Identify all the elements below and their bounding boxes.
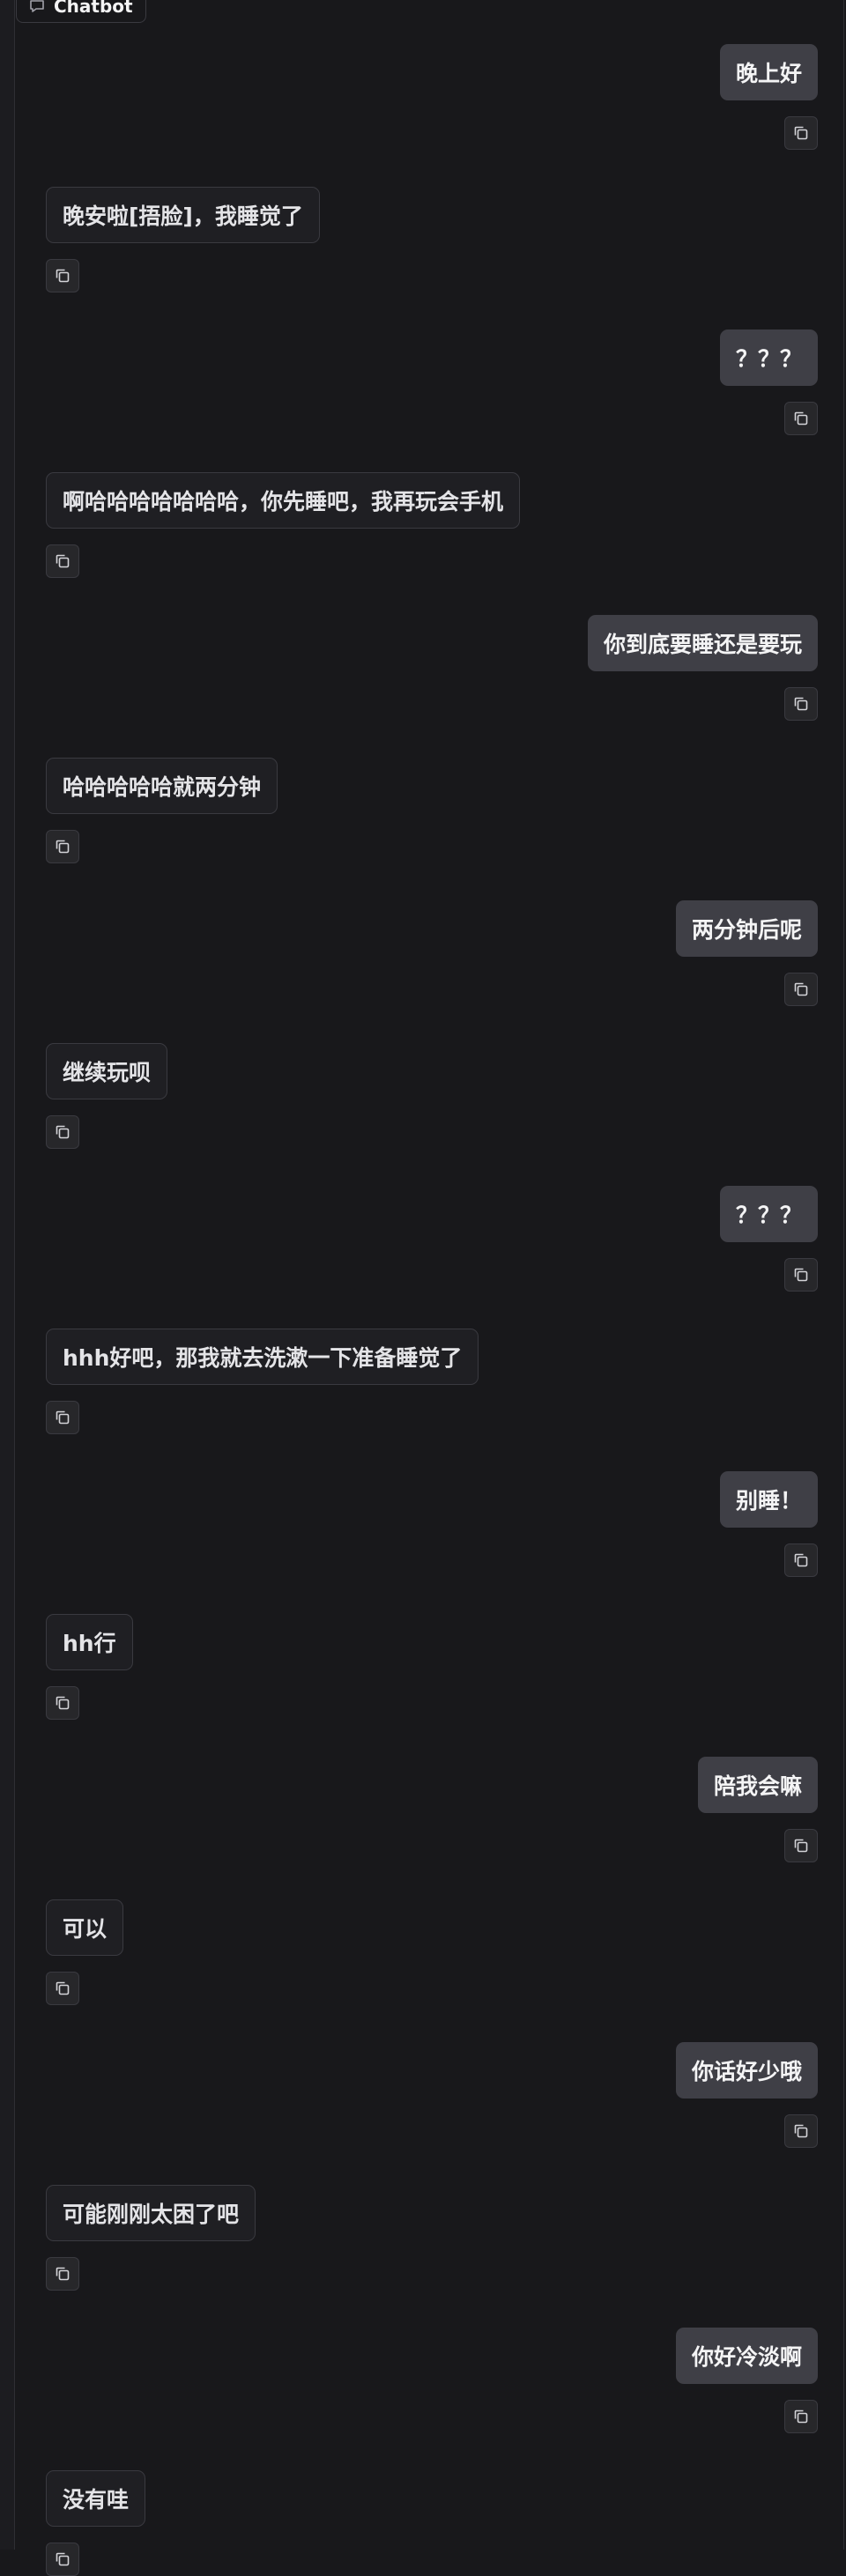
bot-message-bubble: hhh好吧，那我就去洗漱一下准备睡觉了 [46, 1329, 479, 1385]
copy-icon [54, 1123, 71, 1141]
copy-button[interactable] [46, 2543, 79, 2576]
copy-button[interactable] [46, 544, 79, 578]
left-panel-edge [0, 0, 14, 2550]
copy-icon [792, 2122, 810, 2140]
copy-icon [792, 1837, 810, 1854]
copy-button[interactable] [784, 2400, 818, 2433]
copy-button[interactable] [46, 259, 79, 292]
copy-button[interactable] [46, 1686, 79, 1720]
copy-icon [792, 410, 810, 427]
copy-button[interactable] [784, 116, 818, 150]
copy-icon [54, 2550, 71, 2568]
bot-message-bubble: 啊哈哈哈哈哈哈哈，你先睡吧，我再玩会手机 [46, 472, 521, 529]
copy-icon [54, 267, 71, 285]
bot-message-bubble: 晚安啦[捂脸]，我睡觉了 [46, 187, 320, 243]
copy-button[interactable] [46, 1115, 79, 1149]
copy-icon [792, 1551, 810, 1569]
copy-icon [54, 552, 71, 570]
user-message-bubble: ？？？ [719, 329, 818, 386]
user-message-bubble: 晚上好 [719, 44, 818, 100]
user-message-bubble: 你好冷淡啊 [675, 2328, 818, 2384]
copy-icon [54, 1694, 71, 1712]
bot-message-bubble: 没有哇 [46, 2470, 146, 2527]
copy-button[interactable] [46, 2257, 79, 2291]
bot-message-bubble: 可以 [46, 1899, 124, 1956]
user-message-bubble: 你到底要睡还是要玩 [587, 615, 818, 671]
copy-button[interactable] [784, 1829, 818, 1862]
chatbot-label: Chatbot [16, 0, 146, 23]
copy-icon [792, 695, 810, 713]
copy-icon [54, 1409, 71, 1426]
copy-button[interactable] [784, 402, 818, 435]
copy-button[interactable] [46, 1401, 79, 1434]
copy-icon [54, 1980, 71, 1997]
copy-icon [54, 2265, 71, 2283]
bot-message-bubble: 继续玩呗 [46, 1043, 168, 1099]
copy-button[interactable] [784, 1258, 818, 1292]
copy-button[interactable] [784, 973, 818, 1006]
user-message-bubble: ？？？ [719, 1186, 818, 1242]
copy-icon [792, 981, 810, 998]
user-message-bubble: 两分钟后呢 [675, 900, 818, 957]
copy-icon [54, 838, 71, 855]
user-message-bubble: 陪我会嘛 [697, 1757, 818, 1813]
chatbot-label-text: Chatbot [54, 0, 133, 17]
chatbot-panel [14, 0, 844, 2550]
bot-message-bubble: hh行 [46, 1614, 133, 1670]
bot-message-bubble: 可能刚刚太困了吧 [46, 2185, 256, 2241]
copy-button[interactable] [784, 687, 818, 721]
copy-button[interactable] [784, 1543, 818, 1577]
copy-icon [792, 1266, 810, 1284]
user-message-bubble: 别睡！ [719, 1471, 818, 1528]
copy-icon [792, 124, 810, 142]
bot-message-bubble: 哈哈哈哈哈就两分钟 [46, 758, 278, 814]
copy-button[interactable] [46, 830, 79, 863]
copy-icon [792, 2408, 810, 2425]
copy-button[interactable] [46, 1972, 79, 2005]
copy-button[interactable] [784, 2114, 818, 2148]
chat-bubble-icon [29, 0, 45, 14]
user-message-bubble: 你话好少哦 [675, 2042, 818, 2099]
